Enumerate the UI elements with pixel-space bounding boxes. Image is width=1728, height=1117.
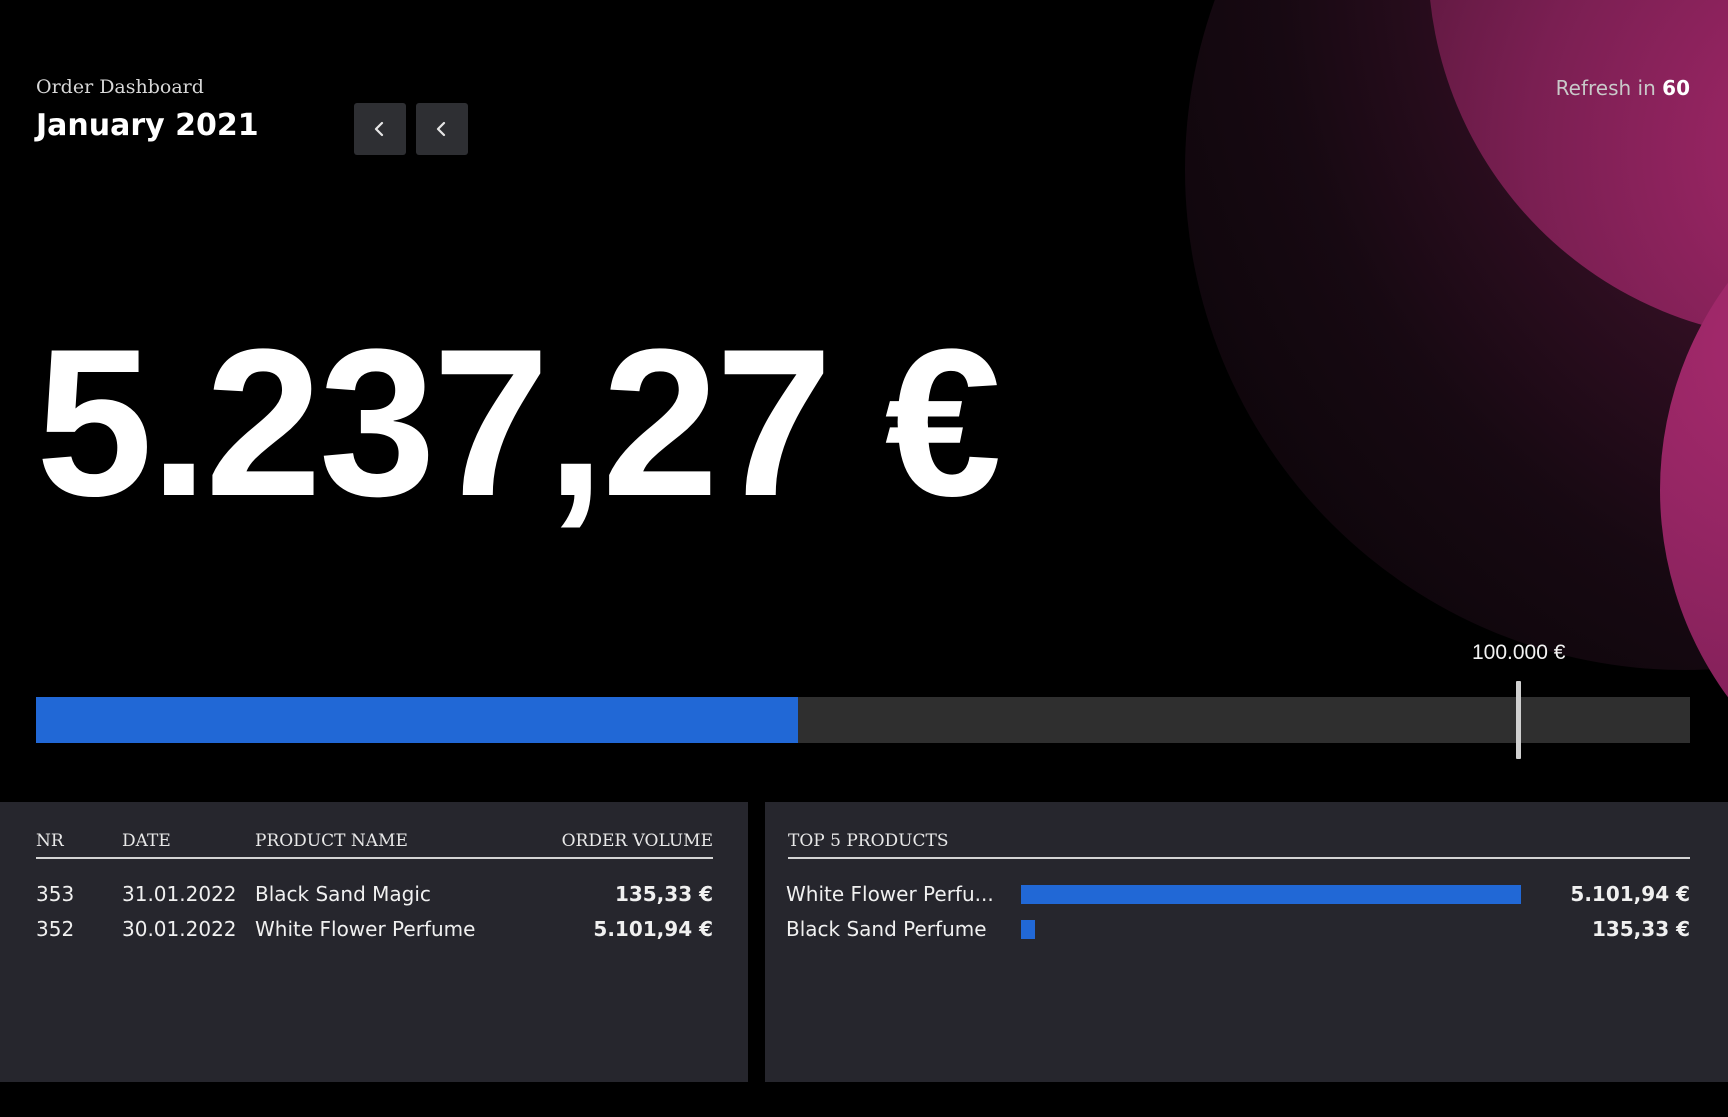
top-products-title: TOP 5 PRODUCTS <box>788 831 949 851</box>
refresh-label: Refresh in <box>1555 76 1656 100</box>
order-product: White Flower Perfume <box>255 917 476 941</box>
order-nr: 352 <box>36 917 75 941</box>
order-dashboard: Order Dashboard January 2021 Refresh in … <box>0 0 1728 1117</box>
goal-marker <box>1516 681 1521 759</box>
order-date: 31.01.2022 <box>122 882 237 906</box>
prev-month-button[interactable] <box>354 103 406 155</box>
orders-header-divider <box>36 857 713 859</box>
refresh-countdown: Refresh in 60 <box>1556 76 1690 100</box>
next-month-button[interactable] <box>416 103 468 155</box>
column-header-order-volume: ORDER VOLUME <box>561 831 713 851</box>
order-date: 30.01.2022 <box>122 917 237 941</box>
dashboard-subtitle: Order Dashboard <box>36 76 204 98</box>
top-product-value: 135,33 € <box>1591 917 1690 941</box>
top-product-name: Black Sand Perfume <box>786 917 987 941</box>
column-header-nr: NR <box>36 831 64 851</box>
chevron-left-icon <box>436 121 446 137</box>
order-product: Black Sand Magic <box>255 882 431 906</box>
refresh-seconds: 60 <box>1662 76 1690 100</box>
order-volume: 135,33 € <box>614 882 713 906</box>
top-product-name: White Flower Perfu... <box>786 882 994 906</box>
top-products-divider <box>788 857 1690 859</box>
order-nr: 353 <box>36 882 75 906</box>
goal-label: 100.000 € <box>1472 641 1566 664</box>
column-header-date: DATE <box>122 831 171 851</box>
goal-progress-fill <box>36 697 799 743</box>
top-product-bar <box>1021 920 1035 939</box>
total-revenue: 5.237,27 € <box>36 305 1002 540</box>
top-product-value: 5.101,94 € <box>1570 882 1690 906</box>
goal-progress-bar <box>36 697 1690 743</box>
top-product-bar <box>1021 885 1521 904</box>
column-header-product-name: PRODUCT NAME <box>255 831 408 851</box>
period-title: January 2021 <box>36 108 259 143</box>
chevron-left-icon <box>374 121 384 137</box>
order-volume: 5.101,94 € <box>593 917 713 941</box>
